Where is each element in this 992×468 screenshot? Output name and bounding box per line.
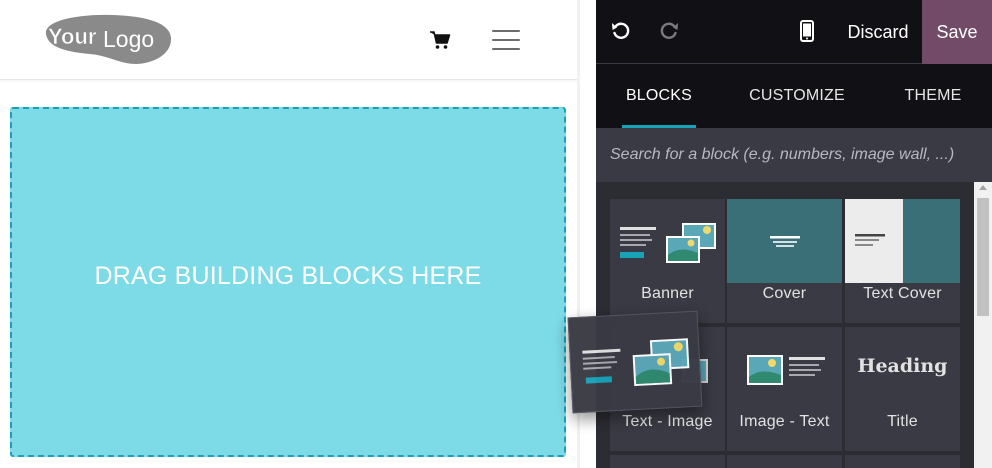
tab-blocks[interactable]: BLOCKS [622,64,696,128]
title-preview-heading: Heading [857,355,948,377]
image-icon [632,338,690,387]
mobile-preview-icon[interactable] [796,20,818,42]
undo-icon[interactable] [610,20,632,42]
discard-button[interactable]: Discard [834,0,922,64]
text-cover-thumbnail [845,199,960,283]
block-label: Text Cover [863,285,942,302]
tab-customize[interactable]: CUSTOMIZE [746,64,848,128]
banner-thumbnail [582,338,690,387]
svg-text:Your: Your [48,24,97,49]
dragged-block-preview[interactable] [567,310,703,414]
block-label: Title [887,413,918,430]
block-partial[interactable] [610,455,725,468]
blocks-scrollbar[interactable] [974,182,992,468]
image-icon [747,355,783,385]
block-label: Text - Image [622,413,713,430]
drop-zone-text: DRAG BUILDING BLOCKS HERE [94,261,482,290]
panel-tabs: BLOCKS CUSTOMIZE THEME [596,64,992,128]
block-partial[interactable] [845,455,960,468]
cover-thumbnail [727,199,842,283]
scroll-up-arrow-icon[interactable] [979,185,987,190]
scrollbar-thumb[interactable] [977,198,989,316]
editor-toolbar: Discard Save [596,0,992,64]
block-image-text[interactable]: Image - Text [727,327,842,451]
image-icon [666,223,716,263]
block-label: Cover [762,285,807,302]
tab-theme[interactable]: THEME [896,64,970,128]
block-text-cover[interactable]: Text Cover [845,199,960,323]
block-search-input[interactable] [610,146,980,164]
block-title[interactable]: Heading Title [845,327,960,451]
menu-icon[interactable] [492,28,520,52]
site-logo[interactable]: Your Logo [40,12,172,66]
website-preview: Your Logo DRAG BUILDING BLOCKS HERE [0,0,580,468]
block-partial[interactable] [727,455,842,468]
block-search [596,128,992,182]
block-label: Image - Text [739,413,830,430]
image-text-thumbnail [747,355,825,385]
drop-zone[interactable]: DRAG BUILDING BLOCKS HERE [10,107,566,457]
redo-icon[interactable] [658,20,680,42]
block-banner[interactable]: Banner [610,199,725,323]
svg-text:Logo: Logo [103,26,154,52]
site-header: Your Logo [0,0,580,80]
cart-icon[interactable] [429,30,451,50]
save-button[interactable]: Save [922,0,992,64]
block-cover[interactable]: Cover [727,199,842,323]
banner-thumbnail [620,223,716,263]
block-label: Banner [641,285,694,302]
